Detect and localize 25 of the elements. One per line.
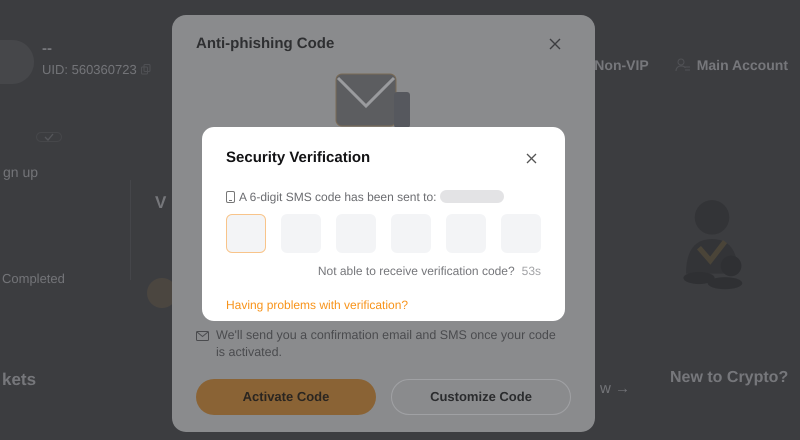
- code-digit-field[interactable]: [226, 214, 266, 252]
- section-heading: kets: [2, 368, 36, 390]
- info-text: We'll send you a confirmation email and SMS once your code is activated.: [216, 326, 556, 360]
- countdown-timer: 53s: [522, 262, 541, 280]
- dialog-title: Anti-phishing Code: [196, 34, 334, 54]
- mail-icon: [196, 330, 209, 340]
- info-text: A 6-digit SMS code has been sent to:: [239, 188, 436, 206]
- help-link[interactable]: Having problems with verification?: [226, 296, 408, 314]
- close-icon[interactable]: [549, 38, 561, 50]
- section-heading: V: [155, 192, 168, 214]
- section-heading: New to Crypto?: [670, 368, 788, 388]
- view-link[interactable]: w →: [600, 378, 630, 400]
- profile-name: --: [42, 40, 53, 56]
- step-label: gn up: [3, 163, 38, 182]
- activate-button[interactable]: Activate Code: [196, 378, 376, 414]
- step-label: Completed: [2, 270, 65, 288]
- uid-text: UID: 560360723: [42, 60, 137, 79]
- close-icon[interactable]: [526, 152, 537, 164]
- dialog-title: Security Verification: [226, 148, 370, 168]
- redacted-phone: [440, 190, 504, 203]
- phone-icon: [226, 190, 235, 202]
- header-item[interactable]: Non-VIP: [594, 54, 649, 76]
- resend-text: Not able to receive verification code?: [318, 262, 515, 280]
- header-item[interactable]: Main Account: [696, 54, 788, 76]
- customize-button[interactable]: Customize Code: [391, 378, 571, 414]
